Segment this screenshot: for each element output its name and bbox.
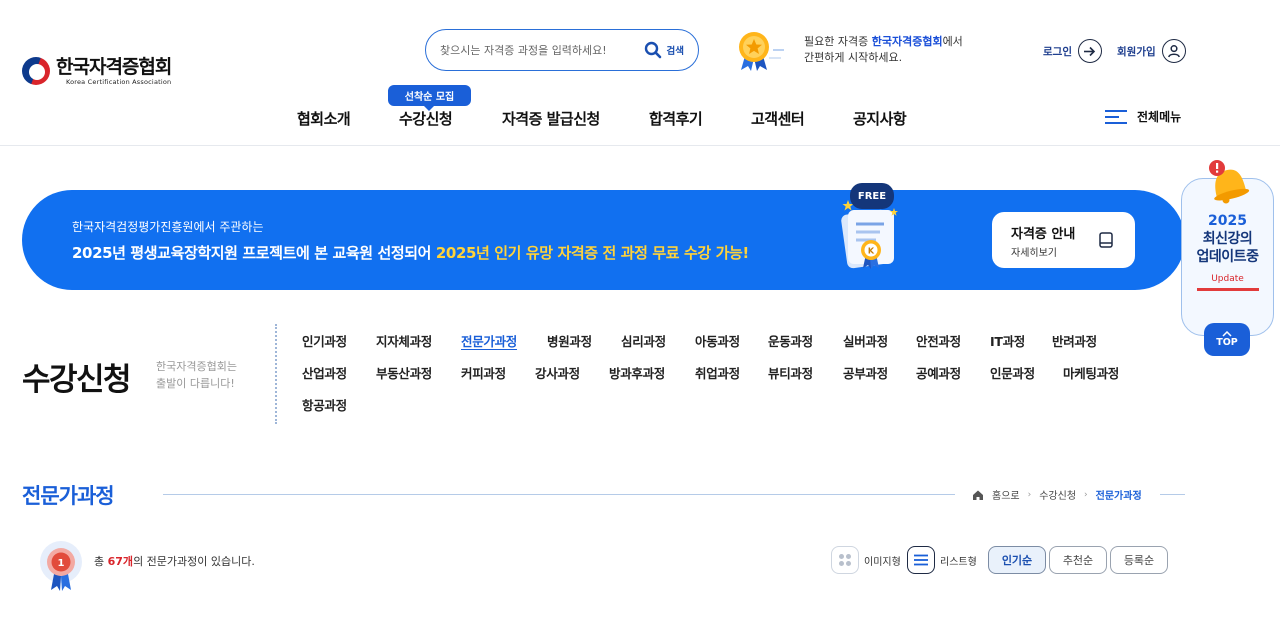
recruit-badge: 선착순 모집 <box>388 85 471 111</box>
main-nav: 협회소개 수강신청 자격증 발급신청 합격후기 고객센터 공지사항 <box>0 108 1280 130</box>
category-item[interactable]: 인기과정 <box>302 331 347 350</box>
medal-icon <box>739 32 784 71</box>
category-item[interactable]: 안전과정 <box>916 331 961 350</box>
site-header: 한국자격증협회 Korea Certification Association … <box>0 0 1280 146</box>
signup-label: 회원가입 <box>1117 45 1156 58</box>
category-item[interactable]: 아동과정 <box>695 331 740 350</box>
category-title: 수강신청 <box>22 362 132 398</box>
nav-support[interactable]: 고객센터 <box>751 108 805 129</box>
category-item[interactable]: 강사과정 <box>535 363 580 382</box>
result-count: 총 67개의 전문가과정이 있습니다. <box>94 555 255 568</box>
view-image-button[interactable]: 이미지형 <box>831 546 901 574</box>
list-icon <box>907 546 935 574</box>
sort-latest-button[interactable]: 등록순 <box>1110 546 1168 574</box>
update-bar <box>1196 288 1259 291</box>
all-menu-button[interactable]: 전체메뉴 <box>1105 108 1181 125</box>
section-divider <box>163 494 955 495</box>
document-icon <box>1099 232 1113 248</box>
notice-highlight: 한국자격증협회 <box>871 35 943 48</box>
category-item[interactable]: 부동산과정 <box>376 363 432 382</box>
category-item[interactable]: 심리과정 <box>621 331 666 350</box>
top-label: TOP <box>1216 337 1238 348</box>
search-button-label: 검색 <box>666 46 684 57</box>
view-image-label: 이미지형 <box>864 556 901 568</box>
cert-info-button[interactable]: 자격증 안내 자세히보기 <box>992 212 1135 268</box>
update-label: Update <box>1211 274 1244 284</box>
category-item[interactable]: 항공과정 <box>302 395 347 414</box>
header-notice: 필요한 자격증 한국자격증협회에서 간편하게 시작하세요. <box>804 35 963 64</box>
category-item[interactable]: 반려과정 <box>1052 331 1097 350</box>
category-item[interactable]: 인문과정 <box>990 363 1035 382</box>
view-list-button[interactable]: 리스트형 <box>907 546 977 574</box>
category-item[interactable]: 병원과정 <box>547 331 592 350</box>
search-button[interactable]: 검색 <box>644 41 684 59</box>
breadcrumb-home[interactable]: 홈으로 <box>992 487 1020 502</box>
category-divider <box>275 324 277 424</box>
sort-recommended-button[interactable]: 추천순 <box>1049 546 1107 574</box>
category-item[interactable]: 방과후과정 <box>609 363 665 382</box>
chevron-right-icon: › <box>1084 489 1088 500</box>
home-icon[interactable] <box>972 489 984 501</box>
category-item[interactable]: 마케팅과정 <box>1063 363 1119 382</box>
search-icon <box>644 41 661 59</box>
section-divider-end <box>1160 494 1185 495</box>
breadcrumb-current: 전문가과정 <box>1095 491 1142 502</box>
banner-main: 2025년 평생교육장학지원 프로젝트에 본 교육원 선정되어 2025년 인기… <box>72 244 749 262</box>
user-icon <box>1161 39 1186 63</box>
breadcrumb-enroll[interactable]: 수강신청 <box>1039 487 1076 502</box>
update-year: 2025 <box>1208 213 1247 229</box>
update-line3: 업데이트중 <box>1196 249 1259 265</box>
grid-icon <box>831 546 859 574</box>
scroll-top-button[interactable]: TOP <box>1204 323 1250 356</box>
chevron-right-icon: › <box>1027 489 1032 500</box>
search-input[interactable] <box>440 43 644 57</box>
sort-popular-button[interactable]: 인기순 <box>988 546 1046 574</box>
login-button[interactable]: 로그인 <box>1043 39 1102 63</box>
free-badge: FREE <box>850 183 894 209</box>
nav-about[interactable]: 협회소개 <box>297 108 351 129</box>
view-list-label: 리스트형 <box>940 556 977 568</box>
login-icon <box>1077 39 1102 63</box>
login-label: 로그인 <box>1043 45 1072 58</box>
category-item[interactable]: 취업과정 <box>695 363 740 382</box>
category-item[interactable]: 산업과정 <box>302 363 347 382</box>
category-item[interactable]: 공부과정 <box>843 363 888 382</box>
site-logo[interactable]: 한국자격증협회 Korea Certification Association <box>22 56 172 86</box>
nav-notice[interactable]: 공지사항 <box>853 108 907 129</box>
nav-cert-issue[interactable]: 자격증 발급신청 <box>502 108 600 129</box>
logo-name-ko: 한국자격증협회 <box>56 56 172 78</box>
signup-button[interactable]: 회원가입 <box>1117 39 1186 63</box>
breadcrumb: 홈으로 › 수강신청 › 전문가과정 <box>972 487 1142 502</box>
rank-number: 1 <box>58 558 65 569</box>
hamburger-icon <box>1105 109 1127 124</box>
category-item[interactable]: 실버과정 <box>843 331 888 350</box>
category-item[interactable]: 커피과정 <box>461 363 506 382</box>
logo-emblem-icon <box>22 57 50 85</box>
nav-reviews[interactable]: 합격후기 <box>649 108 703 129</box>
banner-sub: 한국자격검정평가진흥원에서 주관하는 <box>72 220 264 234</box>
result-count-value: 67개 <box>107 555 134 568</box>
category-item[interactable]: 운동과정 <box>768 331 813 350</box>
promo-banner[interactable]: 한국자격검정평가진흥원에서 주관하는 2025년 평생교육장학지원 프로젝트에 … <box>22 183 1185 290</box>
cert-info-title: 자격증 안내 <box>1011 227 1076 242</box>
category-item[interactable]: 지자체과정 <box>376 331 432 350</box>
svg-text:K: K <box>868 247 875 256</box>
category-item[interactable]: 공예과정 <box>916 363 961 382</box>
nav-enroll[interactable]: 수강신청 <box>399 108 453 129</box>
category-item[interactable]: 뷰티과정 <box>768 363 813 382</box>
section-title: 전문가과정 <box>22 484 115 508</box>
banner-highlight: 2025년 인기 유망 자격증 전 과정 무료 수강 가능! <box>435 244 749 262</box>
all-menu-label: 전체메뉴 <box>1137 110 1182 124</box>
update-line2: 최신강의 <box>1202 231 1253 247</box>
category-item[interactable]: IT과정 <box>990 331 1025 350</box>
search-bar: 검색 <box>425 29 699 71</box>
category-subtitle: 한국자격증협회는 출발이 다릅니다! <box>156 360 237 390</box>
logo-name-en: Korea Certification Association <box>65 78 172 86</box>
category-item[interactable]: 전문가과정 <box>461 331 517 350</box>
rank-badge-icon: 1 <box>40 541 82 591</box>
bell-icon <box>1209 160 1250 204</box>
cert-info-sub: 자세히보기 <box>1011 248 1057 259</box>
